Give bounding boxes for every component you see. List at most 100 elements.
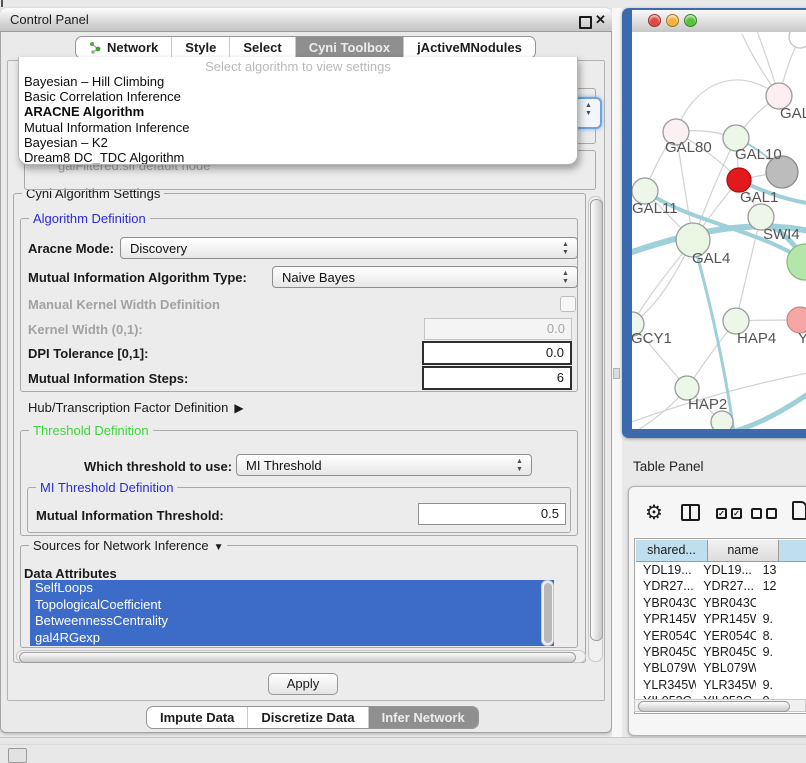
table-row[interactable]: YER054CYER054C8. bbox=[636, 628, 806, 644]
network-edge[interactable] bbox=[732, 384, 806, 429]
tab-discretize-data[interactable]: Discretize Data bbox=[247, 707, 367, 728]
network-node-label: GAL bbox=[780, 105, 806, 122]
tab-network[interactable]: Network bbox=[76, 37, 171, 58]
mac-zoom-icon[interactable] bbox=[684, 14, 697, 27]
corner-tick bbox=[1, 0, 3, 7]
tab-jactivemnodules-label: jActiveMNodules bbox=[417, 40, 522, 55]
which-threshold-combobox[interactable]: MI Threshold bbox=[236, 454, 532, 476]
algorithm-option[interactable]: Dream8 DC_TDC Algorithm bbox=[19, 150, 577, 165]
algorithm-option[interactable]: Bayesian – Hill Climbing bbox=[19, 74, 577, 89]
table-row[interactable]: YBR045CYBR045C9. bbox=[636, 644, 806, 660]
checkbox-checked-icon bbox=[716, 508, 727, 519]
stepper-icon bbox=[515, 458, 524, 474]
network-canvas[interactable]: GALGAL80GAL10GAL1GAL11SWI4GAL4GCY1HAP4YH… bbox=[632, 32, 806, 429]
algorithm-option[interactable]: Bayesian – K2 bbox=[19, 135, 577, 150]
page-icon[interactable] bbox=[792, 501, 806, 520]
checkbox-checked-icon bbox=[731, 508, 742, 519]
algorithm-option[interactable]: ARACNE Algorithm bbox=[19, 104, 577, 119]
settings-vertical-scrollbar[interactable] bbox=[588, 196, 603, 662]
data-attribute-item[interactable]: SelfLoops bbox=[30, 580, 554, 597]
column-header-clipped[interactable]: A bbox=[779, 540, 806, 562]
mi-steps-field[interactable]: 6 bbox=[422, 366, 572, 390]
which-threshold-label: Which threshold to use: bbox=[84, 459, 232, 474]
algorithm-option[interactable]: Mutual Information Inference bbox=[19, 120, 577, 135]
data-attributes-list[interactable]: SelfLoopsTopologicalCoefficientBetweenne… bbox=[30, 580, 554, 646]
table-cell: 9. bbox=[756, 677, 806, 693]
sources-group-title[interactable]: Sources for Network Inference bbox=[29, 538, 227, 553]
tab-jactivemnodules[interactable]: jActiveMNodules bbox=[403, 37, 535, 58]
network-edge[interactable] bbox=[676, 80, 779, 132]
network-node-label: SWI4 bbox=[763, 226, 800, 243]
algorithm-option[interactable]: Basic Correlation Inference bbox=[19, 89, 577, 104]
algorithm-dropdown-popup: Select algorithm to view settings Bayesi… bbox=[18, 57, 578, 165]
float-icon[interactable] bbox=[579, 16, 592, 29]
dpi-tolerance-field[interactable]: 0.0 bbox=[422, 341, 572, 365]
tab-cyni-toolbox[interactable]: Cyni Toolbox bbox=[295, 37, 403, 58]
gear-icon[interactable] bbox=[645, 500, 663, 525]
table-row[interactable]: YDR27...YDR27...12 bbox=[636, 578, 806, 594]
hub-definition-expander[interactable]: Hub/Transcription Factor Definition bbox=[28, 400, 244, 415]
settings-horizontal-scrollbar[interactable] bbox=[16, 650, 586, 663]
tab-style[interactable]: Style bbox=[171, 37, 229, 58]
network-node[interactable] bbox=[789, 32, 806, 48]
manual-kernel-checkbox[interactable] bbox=[560, 296, 576, 312]
scrollbar-thumb[interactable] bbox=[19, 652, 576, 663]
table-row[interactable]: YDL19...YDL19...13 bbox=[636, 562, 806, 578]
tab-impute-data[interactable]: Impute Data bbox=[147, 707, 247, 728]
table-cell: YBR045C bbox=[636, 644, 696, 660]
table-cell: YER054C bbox=[696, 628, 755, 644]
table-cell: YBR043C bbox=[696, 595, 755, 611]
table-row[interactable]: YPR145WYPR145W9. bbox=[636, 611, 806, 627]
network-window-titlebar[interactable] bbox=[632, 10, 806, 33]
unchecked-pair-icon[interactable] bbox=[751, 508, 777, 519]
close-icon[interactable] bbox=[595, 12, 606, 28]
data-attribute-item[interactable]: gal4RGexp bbox=[30, 630, 554, 647]
network-view-window: GALGAL80GAL10GAL1GAL11SWI4GAL4GCY1HAP4YH… bbox=[622, 8, 806, 438]
network-node-label: Y bbox=[798, 330, 806, 347]
scrollbar-thumb[interactable] bbox=[544, 583, 552, 643]
data-attribute-item[interactable]: BetweennessCentrality bbox=[30, 613, 554, 630]
column-header-shared-name[interactable]: shared... bbox=[636, 540, 708, 562]
table-cell: YBR045C bbox=[696, 644, 755, 660]
split-pane-grip[interactable] bbox=[613, 368, 620, 379]
table-row[interactable]: YBR043CYBR043C bbox=[636, 595, 806, 611]
table-cell: YDR27... bbox=[636, 578, 696, 594]
network-node-label: GCY1 bbox=[632, 330, 672, 347]
aracne-mode-label: Aracne Mode: bbox=[28, 241, 114, 256]
network-node[interactable] bbox=[711, 411, 733, 429]
table-row[interactable]: YBL079WYBL079W bbox=[636, 660, 806, 676]
mi-threshold-field[interactable]: 0.5 bbox=[418, 503, 566, 525]
table-row[interactable]: YLR345WYLR345W9. bbox=[636, 677, 806, 693]
tab-select-label: Select bbox=[243, 40, 281, 55]
table-cell: YPR145W bbox=[696, 611, 755, 627]
network-node-label: GAL10 bbox=[735, 146, 782, 163]
checked-pair-icon[interactable] bbox=[716, 508, 742, 519]
network-node-label: GAL11 bbox=[632, 200, 678, 217]
list-vertical-scrollbar[interactable] bbox=[541, 580, 554, 646]
scrollbar-thumb[interactable] bbox=[590, 199, 603, 641]
mi-type-label: Mutual Information Algorithm Type: bbox=[28, 270, 247, 285]
table-cell: YDL19... bbox=[696, 562, 755, 578]
network-node[interactable] bbox=[787, 244, 806, 280]
table-cell bbox=[756, 595, 806, 611]
scrollbar-thumb[interactable] bbox=[638, 701, 790, 712]
dpi-tolerance-label: DPI Tolerance [0,1]: bbox=[28, 346, 148, 361]
tab-select[interactable]: Select bbox=[229, 37, 294, 58]
stepper-icon bbox=[561, 270, 570, 286]
mi-threshold-group-title: MI Threshold Definition bbox=[36, 480, 177, 495]
tab-infer-network[interactable]: Infer Network bbox=[368, 707, 478, 728]
table-horizontal-scrollbar[interactable] bbox=[634, 699, 806, 712]
collapsed-panel-icon[interactable] bbox=[8, 748, 27, 763]
checkbox-unchecked-icon bbox=[751, 508, 762, 519]
data-attributes-label: Data Attributes bbox=[24, 566, 117, 581]
split-table-icon[interactable] bbox=[681, 504, 700, 521]
apply-button[interactable]: Apply bbox=[268, 673, 338, 695]
mi-type-combobox[interactable]: Naive Bayes bbox=[272, 266, 578, 288]
kernel-width-field[interactable]: 0.0 bbox=[424, 318, 572, 340]
aracne-mode-combobox[interactable]: Discovery bbox=[120, 237, 578, 259]
data-attribute-item[interactable]: TopologicalCoefficient bbox=[30, 597, 554, 614]
mac-close-icon[interactable] bbox=[648, 14, 661, 27]
column-header-name[interactable]: name bbox=[708, 540, 779, 562]
table-cell: 8. bbox=[756, 628, 806, 644]
mac-minimize-icon[interactable] bbox=[666, 14, 679, 27]
